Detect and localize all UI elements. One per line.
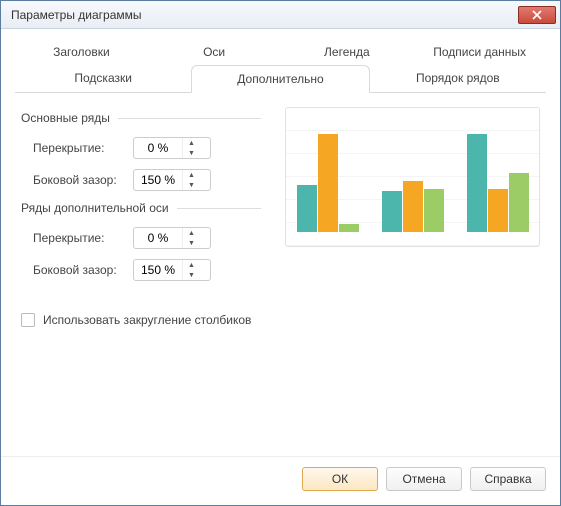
spinner-up-icon[interactable]: ▲ bbox=[183, 138, 200, 148]
label-primary-overlap: Перекрытие: bbox=[33, 141, 133, 155]
spinner-secondary-overlap[interactable]: ▲ ▼ bbox=[133, 227, 211, 249]
chart-bar bbox=[467, 134, 487, 232]
spinner-down-icon[interactable]: ▼ bbox=[183, 238, 200, 248]
dialog-window: Параметры диаграммы Заголовки Оси Легенд… bbox=[0, 0, 561, 506]
divider bbox=[177, 208, 261, 209]
titlebar: Параметры диаграммы bbox=[1, 1, 560, 29]
window-title: Параметры диаграммы bbox=[11, 8, 142, 22]
group-primary-title: Основные ряды bbox=[21, 111, 110, 125]
checkbox-use-rounding[interactable] bbox=[21, 313, 35, 327]
group-secondary-header: Ряды дополнительной оси bbox=[21, 201, 261, 215]
chart-cluster bbox=[296, 134, 359, 232]
field-secondary-gap: Боковой зазор: ▲ ▼ bbox=[21, 259, 261, 281]
spinner-down-icon[interactable]: ▼ bbox=[183, 148, 200, 158]
group-secondary-title: Ряды дополнительной оси bbox=[21, 201, 169, 215]
tab-headers[interactable]: Заголовки bbox=[15, 39, 148, 65]
field-primary-gap: Боковой зазор: ▲ ▼ bbox=[21, 169, 261, 191]
chart-bar bbox=[339, 224, 359, 232]
input-primary-gap[interactable] bbox=[134, 173, 182, 187]
checkbox-label-rounding: Использовать закругление столбиков bbox=[43, 313, 251, 327]
chart-bar bbox=[318, 134, 338, 232]
spinner-primary-gap[interactable]: ▲ ▼ bbox=[133, 169, 211, 191]
help-button[interactable]: Справка bbox=[470, 467, 546, 491]
close-icon bbox=[532, 10, 542, 20]
tab-tooltips[interactable]: Подсказки bbox=[15, 65, 191, 92]
spinner-up-icon[interactable]: ▲ bbox=[183, 260, 200, 270]
chart-cluster bbox=[381, 181, 444, 232]
tab-legend[interactable]: Легенда bbox=[281, 39, 414, 65]
spinner-down-icon[interactable]: ▼ bbox=[183, 270, 200, 280]
chart-bar bbox=[509, 173, 529, 232]
close-button[interactable] bbox=[518, 6, 556, 24]
chart-bar bbox=[488, 189, 508, 232]
tab-strip: Заголовки Оси Легенда Подписи данных Под… bbox=[15, 39, 546, 93]
tab-content: Основные ряды Перекрытие: ▲ ▼ bbox=[15, 93, 546, 456]
input-secondary-overlap[interactable] bbox=[134, 231, 182, 245]
field-secondary-overlap: Перекрытие: ▲ ▼ bbox=[21, 227, 261, 249]
input-secondary-gap[interactable] bbox=[134, 263, 182, 277]
chart-bar bbox=[297, 185, 317, 232]
cancel-button[interactable]: Отмена bbox=[386, 467, 462, 491]
chart-cluster bbox=[466, 134, 529, 232]
input-primary-overlap[interactable] bbox=[134, 141, 182, 155]
spinner-up-icon[interactable]: ▲ bbox=[183, 228, 200, 238]
divider bbox=[118, 118, 261, 119]
label-secondary-overlap: Перекрытие: bbox=[33, 231, 133, 245]
tab-additional[interactable]: Дополнительно bbox=[191, 65, 369, 93]
checkbox-row-rounding: Использовать закругление столбиков bbox=[21, 313, 540, 327]
ok-button[interactable]: ОК bbox=[302, 467, 378, 491]
chart-bar bbox=[424, 189, 444, 232]
spinner-secondary-gap[interactable]: ▲ ▼ bbox=[133, 259, 211, 281]
field-primary-overlap: Перекрытие: ▲ ▼ bbox=[21, 137, 261, 159]
chart-bar bbox=[382, 191, 402, 232]
tab-row-2: Подсказки Дополнительно Порядок рядов bbox=[15, 65, 546, 92]
spinner-down-icon[interactable]: ▼ bbox=[183, 180, 200, 190]
tab-data-labels[interactable]: Подписи данных bbox=[413, 39, 546, 65]
tab-series-order[interactable]: Порядок рядов bbox=[370, 65, 546, 92]
group-primary-header: Основные ряды bbox=[21, 111, 261, 125]
label-primary-gap: Боковой зазор: bbox=[33, 173, 133, 187]
spinner-up-icon[interactable]: ▲ bbox=[183, 170, 200, 180]
tab-axes[interactable]: Оси bbox=[148, 39, 281, 65]
tab-row-1: Заголовки Оси Легенда Подписи данных bbox=[15, 39, 546, 65]
dialog-body: Заголовки Оси Легенда Подписи данных Под… bbox=[1, 29, 560, 456]
chart-bar bbox=[403, 181, 423, 232]
label-secondary-gap: Боковой зазор: bbox=[33, 263, 133, 277]
chart-preview bbox=[285, 107, 540, 247]
spinner-primary-overlap[interactable]: ▲ ▼ bbox=[133, 137, 211, 159]
dialog-footer: ОК Отмена Справка bbox=[1, 456, 560, 505]
controls-column: Основные ряды Перекрытие: ▲ ▼ bbox=[21, 107, 261, 291]
